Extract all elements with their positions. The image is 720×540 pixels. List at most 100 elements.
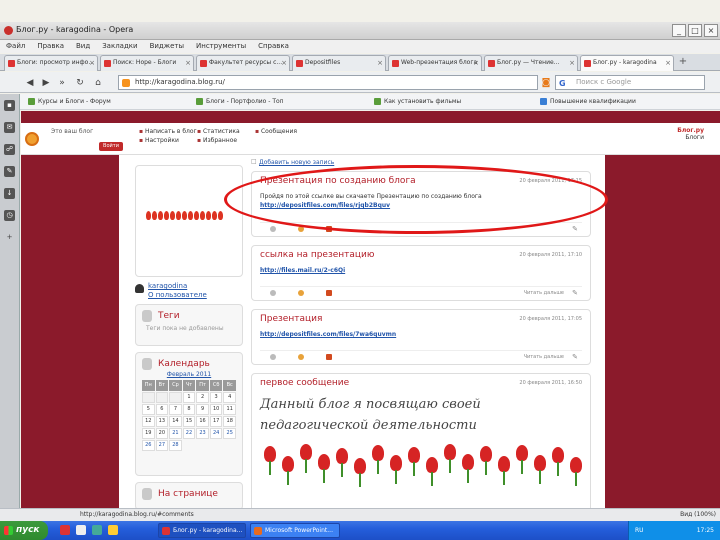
menu-bookmarks[interactable]: Закладки <box>102 40 137 53</box>
tab-close-icon[interactable]: × <box>89 56 95 70</box>
calendar-day[interactable]: 16 <box>196 416 209 427</box>
calendar-day[interactable]: 6 <box>155 404 169 415</box>
start-button[interactable]: пуск <box>0 521 48 540</box>
login-button[interactable]: Войти <box>99 142 123 151</box>
calendar-day[interactable]: 25 <box>223 428 236 439</box>
calendar-day[interactable]: 7 <box>169 404 182 415</box>
tab-close-icon[interactable]: × <box>185 56 191 70</box>
browser-tab-active[interactable]: Блог.ру - karagodina × <box>580 55 674 71</box>
menu-stats[interactable]: Статистика <box>197 127 240 136</box>
blog-logo-icon[interactable] <box>25 132 39 146</box>
username-link[interactable]: karagodina <box>148 282 187 290</box>
browser-tab[interactable]: Блоги: просмотр инфо... × <box>4 55 98 71</box>
browser-tab[interactable]: Факультет ресурсы с... × <box>196 55 290 71</box>
task-button-browser[interactable]: Блог.ру - karagodina... <box>158 523 246 538</box>
panel-history-icon[interactable]: ◷ <box>4 210 15 221</box>
calendar-day[interactable]: 8 <box>182 404 196 415</box>
calendar-day[interactable]: 18 <box>223 416 236 427</box>
forward-icon[interactable]: ▶ <box>40 77 52 89</box>
calendar-month[interactable]: Февраль 2011 <box>136 371 242 378</box>
quicklaunch-desktop-icon[interactable] <box>76 525 86 535</box>
tab-close-icon[interactable]: × <box>473 56 479 70</box>
reload-icon[interactable]: ↻ <box>74 77 86 89</box>
tab-close-icon[interactable]: × <box>569 56 575 70</box>
rate-icon[interactable] <box>326 290 332 296</box>
read-more-link[interactable]: Читать дальше <box>524 354 564 360</box>
close-button[interactable]: × <box>704 24 718 37</box>
menu-widgets[interactable]: Виджеты <box>150 40 184 53</box>
tab-close-icon[interactable]: × <box>281 56 287 70</box>
fast-forward-icon[interactable]: » <box>56 77 68 89</box>
share-icon[interactable] <box>298 354 304 360</box>
zoom-level[interactable]: Вид (100%) <box>680 509 716 521</box>
browser-tab[interactable]: Блог.ру — Чтение... × <box>484 55 578 71</box>
quicklaunch-opera-icon[interactable] <box>60 525 70 535</box>
calendar-day[interactable]: 14 <box>169 416 182 427</box>
calendar-day[interactable]: 21 <box>169 428 182 439</box>
menu-messages[interactable]: Сообщения <box>255 127 297 136</box>
home-icon[interactable]: ⌂ <box>92 77 104 89</box>
calendar-day[interactable]: 15 <box>182 416 196 427</box>
menu-edit[interactable]: Правка <box>37 40 64 53</box>
panel-feeds-icon[interactable]: ☍ <box>4 144 15 155</box>
browser-tab[interactable]: Web-презентация блога × <box>388 55 482 71</box>
bookmark-item[interactable]: Повышение квалификации <box>540 98 636 105</box>
read-more-link[interactable]: Читать дальше <box>524 290 564 296</box>
post-link[interactable]: http://depositfiles.com/files/7wa6quvmn <box>260 331 396 338</box>
calendar-day[interactable]: 12 <box>142 416 155 427</box>
calendar-day[interactable]: 27 <box>155 440 169 451</box>
edit-icon[interactable]: ✎ <box>572 289 578 297</box>
menu-favorites[interactable]: Избранное <box>197 136 240 145</box>
search-field[interactable]: G Поиск с Google <box>555 75 705 90</box>
task-button-powerpoint[interactable]: Microsoft PowerPoint... <box>250 523 340 538</box>
calendar-day[interactable]: 5 <box>142 404 155 415</box>
tab-close-icon[interactable]: × <box>665 56 671 70</box>
new-tab-icon[interactable]: + <box>676 56 690 70</box>
calendar-day[interactable]: 9 <box>196 404 209 415</box>
comment-icon[interactable] <box>270 226 276 232</box>
calendar-day[interactable]: 17 <box>209 416 223 427</box>
panel-add-icon[interactable]: + <box>4 232 15 243</box>
about-link[interactable]: О пользователе <box>148 291 207 299</box>
rss-icon[interactable]: ◙ <box>540 77 552 89</box>
calendar-day[interactable]: 23 <box>196 428 209 439</box>
menu-help[interactable]: Справка <box>258 40 289 53</box>
comment-icon[interactable] <box>270 290 276 296</box>
quicklaunch-folder-icon[interactable] <box>108 525 118 535</box>
calendar-day[interactable]: 24 <box>209 428 223 439</box>
panel-mail-icon[interactable]: ✉ <box>4 122 15 133</box>
tab-close-icon[interactable]: × <box>377 56 383 70</box>
calendar-day[interactable]: 13 <box>155 416 169 427</box>
address-field[interactable]: http://karagodina.blog.ru/ <box>118 75 538 90</box>
comment-icon[interactable] <box>270 354 276 360</box>
menu-tools[interactable]: Инструменты <box>196 40 246 53</box>
bookmark-item[interactable]: Блоги - Портфолио - Топ <box>196 98 284 105</box>
brand-sub[interactable]: Блоги <box>677 134 704 141</box>
menu-write-post[interactable]: Написать в блог <box>139 127 197 136</box>
bookmark-item[interactable]: Курсы и Блоги - Форум <box>28 98 111 105</box>
menu-view[interactable]: Вид <box>76 40 90 53</box>
menu-file[interactable]: Файл <box>6 40 25 53</box>
bookmark-item[interactable]: Как установить фильмы <box>374 98 461 105</box>
browser-tab[interactable]: Depositfiles × <box>292 55 386 71</box>
calendar-day[interactable]: 10 <box>209 404 223 415</box>
menu-settings[interactable]: Настройки <box>139 136 197 145</box>
edit-icon[interactable]: ✎ <box>572 353 578 361</box>
calendar-day[interactable]: 1 <box>182 392 196 403</box>
edit-icon[interactable]: ✎ <box>572 225 578 233</box>
share-icon[interactable] <box>298 290 304 296</box>
calendar-day[interactable]: 3 <box>209 392 223 403</box>
calendar-day[interactable]: 22 <box>182 428 196 439</box>
calendar-day[interactable]: 4 <box>223 392 236 403</box>
panel-bookmarks-icon[interactable]: ▪ <box>4 100 15 111</box>
calendar-day[interactable]: 2 <box>196 392 209 403</box>
brand-name[interactable]: Блог.ру <box>677 127 704 134</box>
calendar-day[interactable]: 20 <box>155 428 169 439</box>
post-link[interactable]: http://files.mail.ru/2-c6Qi <box>260 267 345 274</box>
minimize-button[interactable]: _ <box>672 24 686 37</box>
calendar-day[interactable]: 28 <box>169 440 182 451</box>
browser-tab[interactable]: Поиск: Hope - Блоги × <box>100 55 194 71</box>
back-icon[interactable]: ◀ <box>24 77 36 89</box>
maximize-button[interactable]: □ <box>688 24 702 37</box>
quicklaunch-media-icon[interactable] <box>92 525 102 535</box>
